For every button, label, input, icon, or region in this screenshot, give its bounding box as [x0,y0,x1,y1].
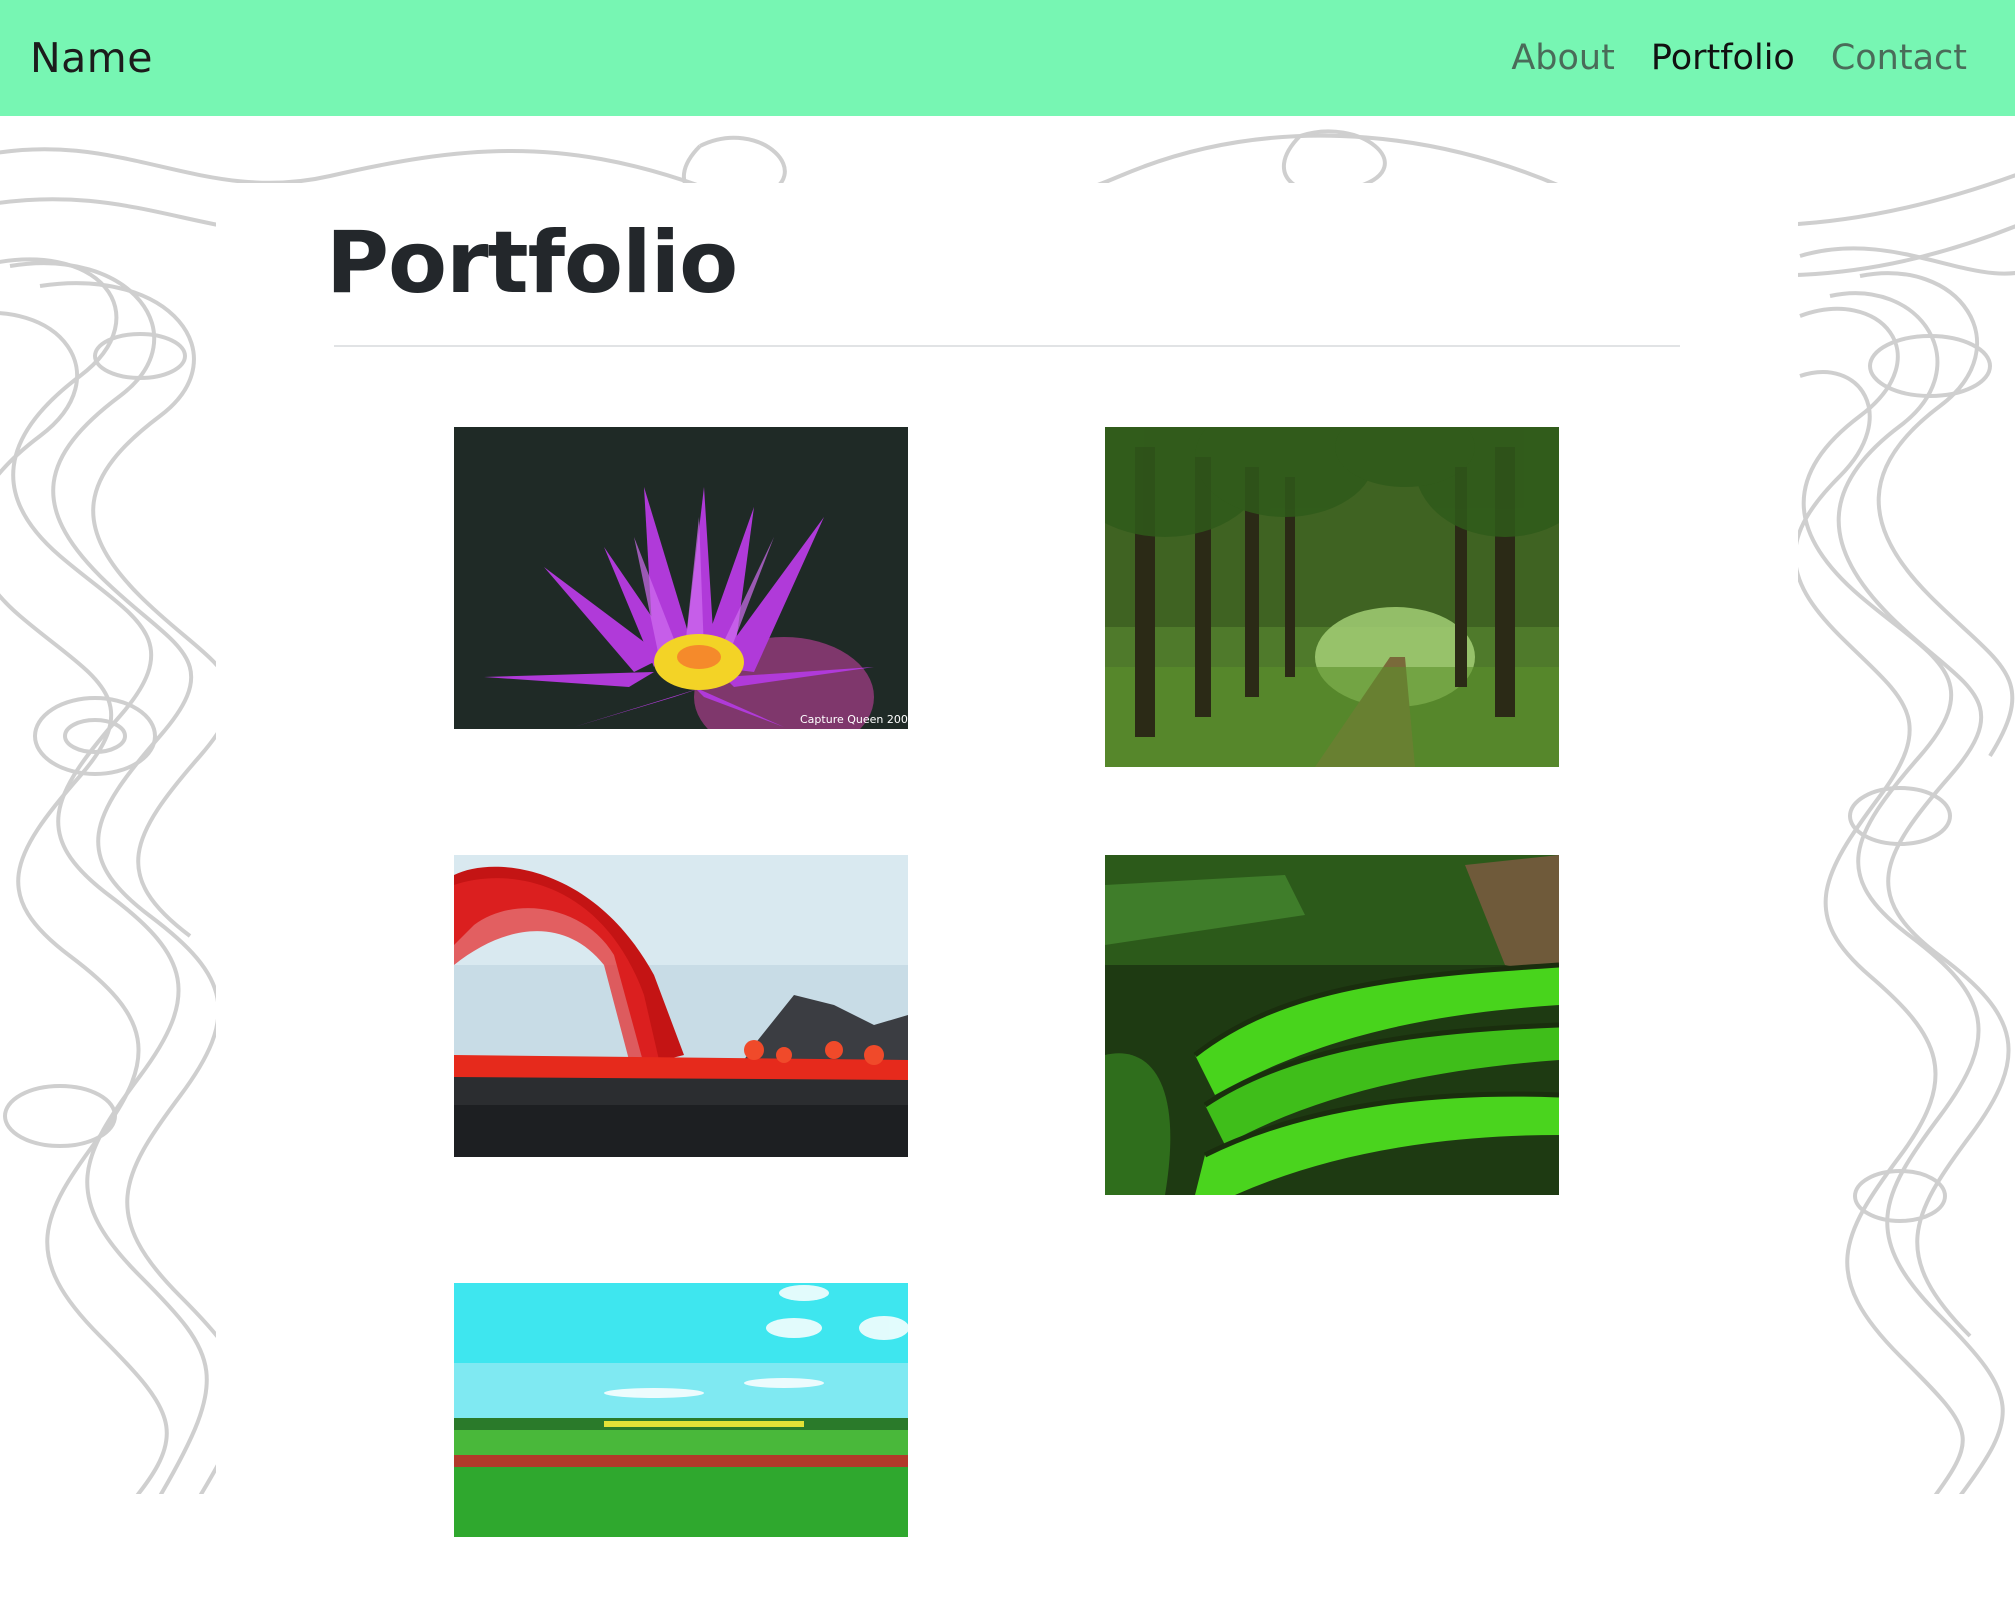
content-card: Portfolio Capture Queen 2007 [216,183,1798,1622]
gallery-image-lava-fountain[interactable] [454,855,908,1157]
nav-link-portfolio[interactable]: Portfolio [1651,38,1795,78]
nav-link-about[interactable]: About [1511,38,1614,78]
navbar: Name About Portfolio Contact [0,0,2015,116]
brand-link[interactable]: Name [30,34,153,82]
gallery-image-forest-path[interactable] [1105,427,1559,767]
image-watermark: Capture Queen 2007 [800,713,908,726]
nav-link-contact[interactable]: Contact [1831,38,1967,78]
title-divider [334,345,1680,347]
page-title: Portfolio [326,213,738,313]
nav-links: About Portfolio Contact [1511,38,1967,78]
gallery-image-water-lily[interactable]: Capture Queen 2007 [454,427,908,729]
gallery-image-green-field[interactable] [454,1283,908,1537]
gallery-image-rice-terraces[interactable] [1105,855,1559,1195]
